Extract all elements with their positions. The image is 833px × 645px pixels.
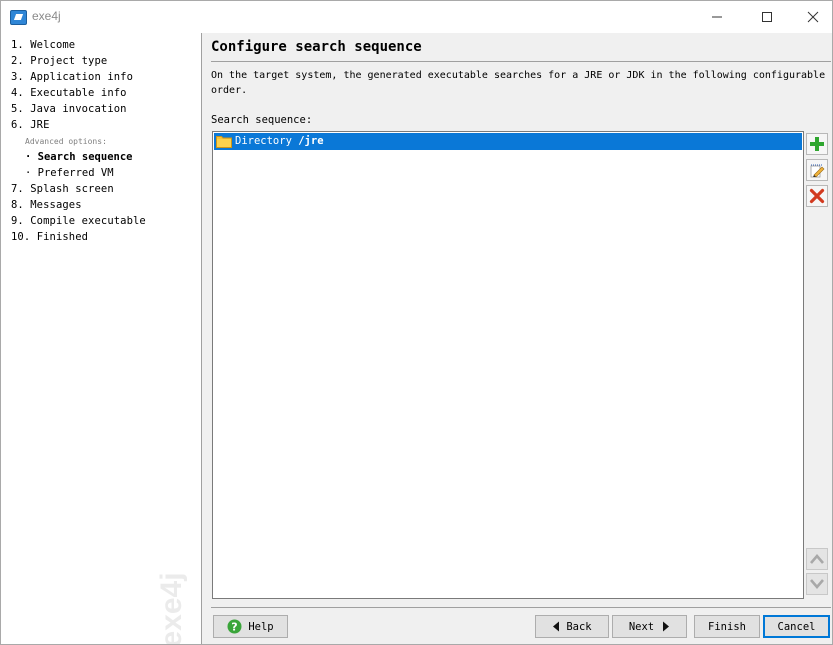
- step-finished[interactable]: 10. Finished: [11, 231, 88, 243]
- window-title: exe4j: [32, 9, 61, 23]
- search-sequence-label: Search sequence:: [211, 114, 313, 126]
- arrow-up-icon: [810, 554, 824, 564]
- list-item[interactable]: Directory /jre: [214, 133, 802, 150]
- minimize-button[interactable]: [694, 1, 740, 33]
- close-button[interactable]: [790, 1, 832, 33]
- main-panel: Configure search sequence On the target …: [202, 33, 832, 644]
- step-splash-screen[interactable]: 7. Splash screen: [11, 183, 114, 195]
- wizard-steps-sidebar: 1. Welcome 2. Project type 3. Applicatio…: [1, 33, 202, 644]
- arrow-down-icon: [810, 579, 824, 589]
- maximize-icon: [762, 12, 772, 22]
- step-preferred-vm[interactable]: · Preferred VM: [25, 167, 114, 179]
- page-title: Configure search sequence: [211, 39, 422, 55]
- finish-button[interactable]: Finish: [694, 615, 760, 638]
- entry-value: /jre: [298, 135, 324, 147]
- svg-text:?: ?: [232, 621, 238, 634]
- step-project-type[interactable]: 2. Project type: [11, 55, 107, 67]
- entry-type: Directory: [235, 135, 292, 147]
- step-welcome[interactable]: 1. Welcome: [11, 39, 75, 51]
- delete-icon: [809, 188, 825, 204]
- maximize-button[interactable]: [744, 1, 790, 33]
- step-jre[interactable]: 6. JRE: [11, 119, 50, 131]
- step-application-info[interactable]: 3. Application info: [11, 71, 133, 83]
- edit-icon: [810, 164, 825, 178]
- exe4j-watermark-logo: exe4j: [155, 572, 188, 644]
- header-divider: [211, 61, 831, 62]
- step-compile-executable[interactable]: 9. Compile executable: [11, 215, 146, 227]
- step-search-sequence[interactable]: · Search sequence: [25, 151, 132, 163]
- cancel-button[interactable]: Cancel: [763, 615, 830, 638]
- minimize-icon: [712, 16, 722, 18]
- next-button[interactable]: Next: [612, 615, 687, 638]
- step-java-invocation[interactable]: 5. Java invocation: [11, 103, 127, 115]
- remove-entry-button[interactable]: [806, 185, 828, 207]
- wizard-window: exe4j 1. Welcome 2. Project type 3. Appl…: [0, 0, 833, 645]
- svg-text:exe4j: exe4j: [155, 572, 188, 644]
- move-up-button[interactable]: [806, 548, 828, 570]
- arrow-left-icon: [553, 621, 560, 632]
- back-button[interactable]: Back: [535, 615, 609, 638]
- footer-divider: [211, 607, 831, 608]
- arrow-right-icon: [663, 621, 670, 632]
- page-description: On the target system, the generated exec…: [211, 70, 826, 96]
- plus-icon: [810, 137, 824, 151]
- step-executable-info[interactable]: 4. Executable info: [11, 87, 127, 99]
- edit-entry-button[interactable]: [806, 159, 828, 181]
- folder-icon: [216, 136, 232, 148]
- step-messages[interactable]: 8. Messages: [11, 199, 82, 211]
- close-icon: [807, 11, 819, 23]
- search-sequence-list[interactable]: Directory /jre: [212, 131, 804, 599]
- title-bar: exe4j: [1, 1, 832, 33]
- advanced-options-label: Advanced options:: [25, 137, 107, 146]
- exe4j-app-icon: [10, 10, 27, 25]
- help-icon: ?: [227, 619, 242, 634]
- move-down-button[interactable]: [806, 573, 828, 595]
- add-entry-button[interactable]: [806, 133, 828, 155]
- help-button[interactable]: ? Help: [213, 615, 288, 638]
